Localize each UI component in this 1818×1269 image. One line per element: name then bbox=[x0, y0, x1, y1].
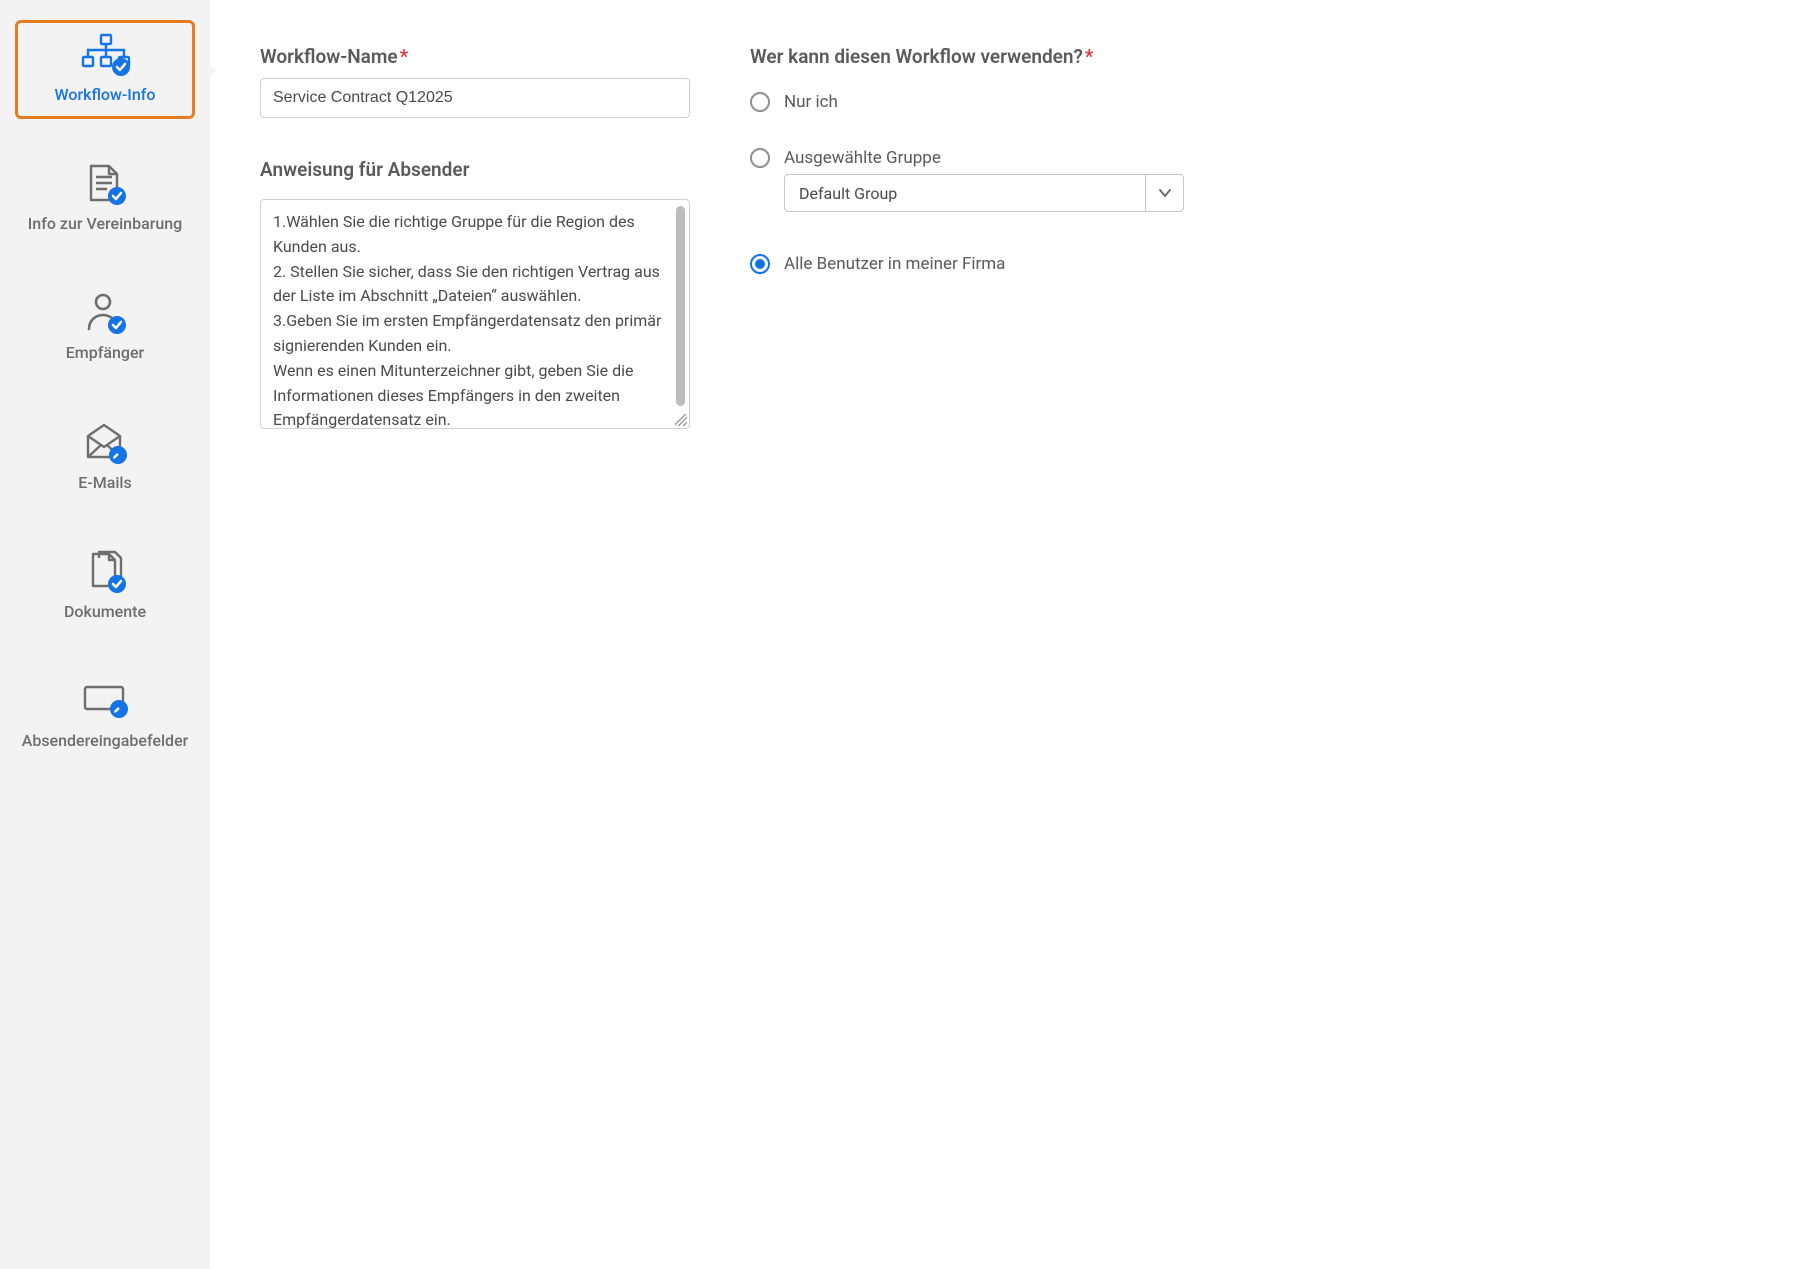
group-select[interactable]: Default Group bbox=[784, 174, 1184, 212]
radio-icon bbox=[750, 254, 770, 274]
sidebar-item-agreement-info[interactable]: Info zur Vereinbarung bbox=[15, 149, 195, 248]
sidebar-item-label: Dokumente bbox=[64, 602, 146, 621]
radio-label: Alle Benutzer in meiner Firma bbox=[784, 254, 1005, 274]
sidebar-item-workflow-info[interactable]: Workflow-Info bbox=[15, 20, 195, 119]
sidebar-item-recipients[interactable]: Empfänger bbox=[15, 278, 195, 377]
input-fields-icon bbox=[77, 679, 133, 723]
sidebar-item-emails[interactable]: E-Mails bbox=[15, 408, 195, 507]
resize-handle[interactable] bbox=[675, 414, 687, 426]
required-asterisk: * bbox=[400, 45, 409, 68]
permissions-heading: Wer kann diesen Workflow verwenden?* bbox=[750, 45, 1190, 68]
sidebar-item-label: Absendereingabefelder bbox=[22, 731, 189, 750]
workflow-name-input[interactable] bbox=[260, 78, 690, 118]
sidebar-item-sender-input-fields[interactable]: Absendereingabefelder bbox=[15, 666, 195, 765]
radio-label: Ausgewählte Gruppe bbox=[784, 148, 941, 168]
document-info-icon bbox=[77, 162, 133, 206]
required-asterisk: * bbox=[1085, 45, 1094, 68]
instructions-label: Anweisung für Absender bbox=[260, 158, 690, 181]
sidebar: Workflow-Info Info zur Vereinbarung bbox=[0, 0, 210, 1269]
group-select-value: Default Group bbox=[785, 175, 1145, 211]
recipient-icon bbox=[77, 291, 133, 335]
radio-icon bbox=[750, 92, 770, 112]
sidebar-item-documents[interactable]: Dokumente bbox=[15, 537, 195, 636]
sidebar-item-label: Info zur Vereinbarung bbox=[28, 214, 182, 233]
email-icon bbox=[77, 421, 133, 465]
radio-icon bbox=[750, 148, 770, 168]
workflow-name-label: Workflow-Name* bbox=[260, 45, 690, 68]
radio-label: Nur ich bbox=[784, 92, 838, 112]
sidebar-item-label: E-Mails bbox=[78, 473, 131, 492]
chevron-down-icon bbox=[1145, 175, 1183, 211]
instructions-textarea-wrap bbox=[260, 199, 690, 429]
radio-selected-group[interactable]: Ausgewählte Gruppe bbox=[750, 148, 1190, 168]
radio-all-users[interactable]: Alle Benutzer in meiner Firma bbox=[750, 254, 1190, 274]
sidebar-item-label: Empfänger bbox=[66, 343, 144, 362]
radio-only-me[interactable]: Nur ich bbox=[750, 92, 1190, 112]
documents-icon bbox=[77, 550, 133, 594]
workflow-icon bbox=[77, 33, 133, 77]
sidebar-item-label: Workflow-Info bbox=[55, 85, 156, 104]
instructions-textarea[interactable] bbox=[261, 200, 689, 428]
scrollbar[interactable] bbox=[676, 206, 685, 406]
main-content: Workflow-Name* Anweisung für Absender We… bbox=[210, 0, 1818, 1269]
